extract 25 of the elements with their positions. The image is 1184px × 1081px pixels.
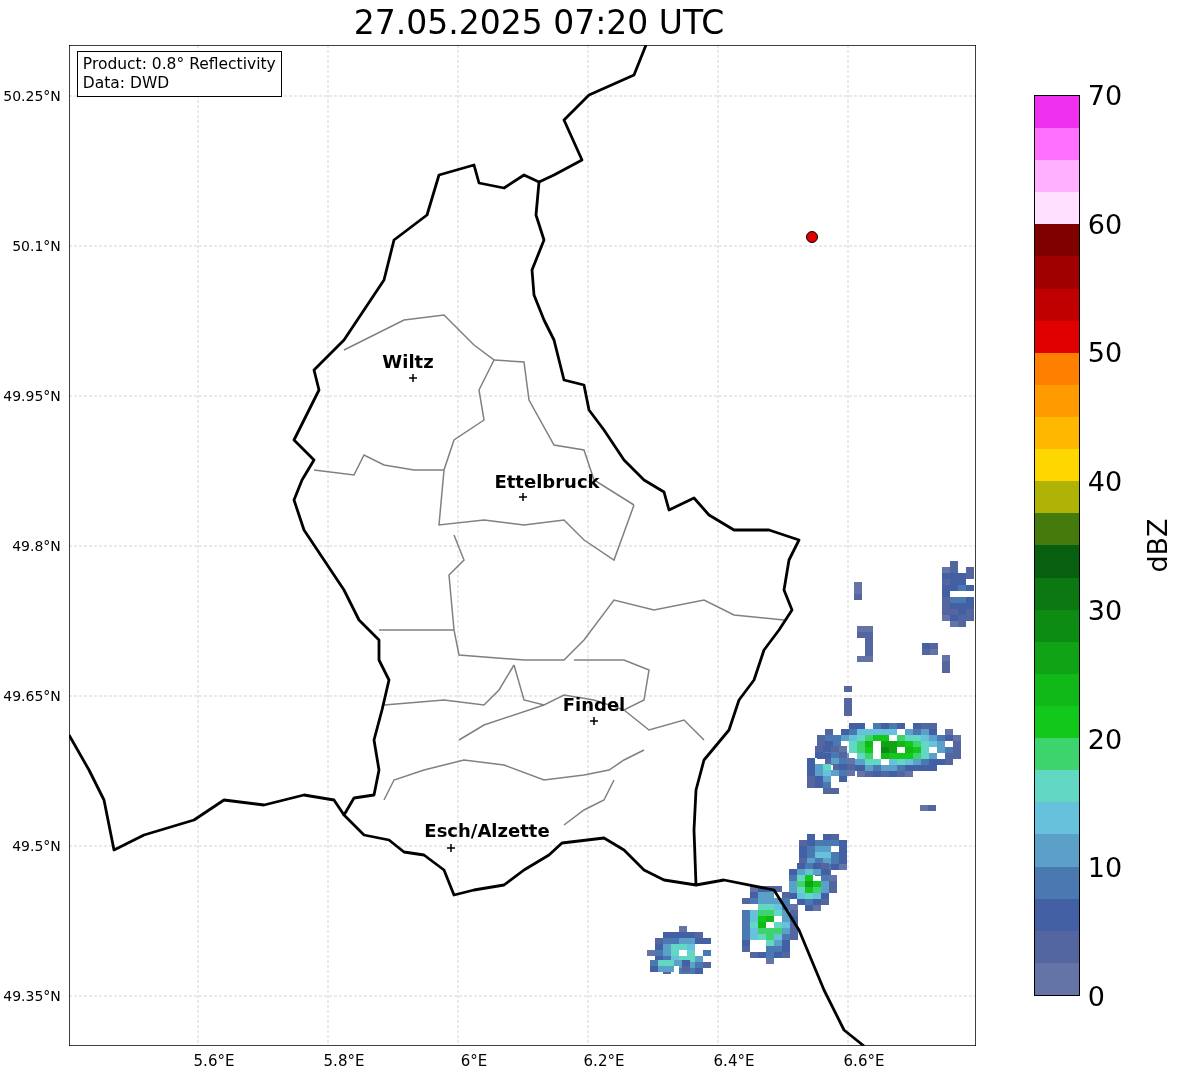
latitude-label: 49.35°N [3, 988, 61, 1004]
latitude-label: 50.1°N [12, 238, 61, 254]
longitude-label: 6.2°E [583, 1052, 625, 1070]
colorbar-label: dBZ [1141, 518, 1173, 573]
colorbar-tick-label: 40 [1087, 465, 1123, 497]
latitude-label: 50.25°N [3, 88, 61, 104]
longitude-label: 6°E [460, 1052, 488, 1070]
colorbar-tick-label: 0 [1087, 980, 1105, 1012]
longitude-label: 6.4°E [713, 1052, 755, 1070]
colorbar-tick-label: 50 [1087, 336, 1123, 368]
colorbar-tick-label: 60 [1087, 208, 1123, 240]
latitude-label: 49.65°N [3, 688, 61, 704]
info-text: Data: DWD [82, 74, 171, 93]
latitude-label: 49.95°N [3, 388, 61, 404]
colorbar-tick-label: 20 [1087, 723, 1123, 755]
longitude-label: 6.6°E [843, 1052, 885, 1070]
latitude-label: 49.8°N [12, 538, 61, 554]
longitude-label: 5.6°E [193, 1052, 235, 1070]
latitude-label: 49.5°N [12, 838, 61, 854]
colorbar-tick-label: 10 [1087, 851, 1123, 883]
colorbar-tick-label: 70 [1087, 79, 1123, 111]
longitude-label: 5.8°E [323, 1052, 365, 1070]
chart-title: 27.05.2025 07:20 UTC [352, 2, 726, 44]
colorbar-tick-label: 30 [1087, 594, 1123, 626]
info-text: Product: 0.8° Reflectivity [82, 55, 276, 74]
